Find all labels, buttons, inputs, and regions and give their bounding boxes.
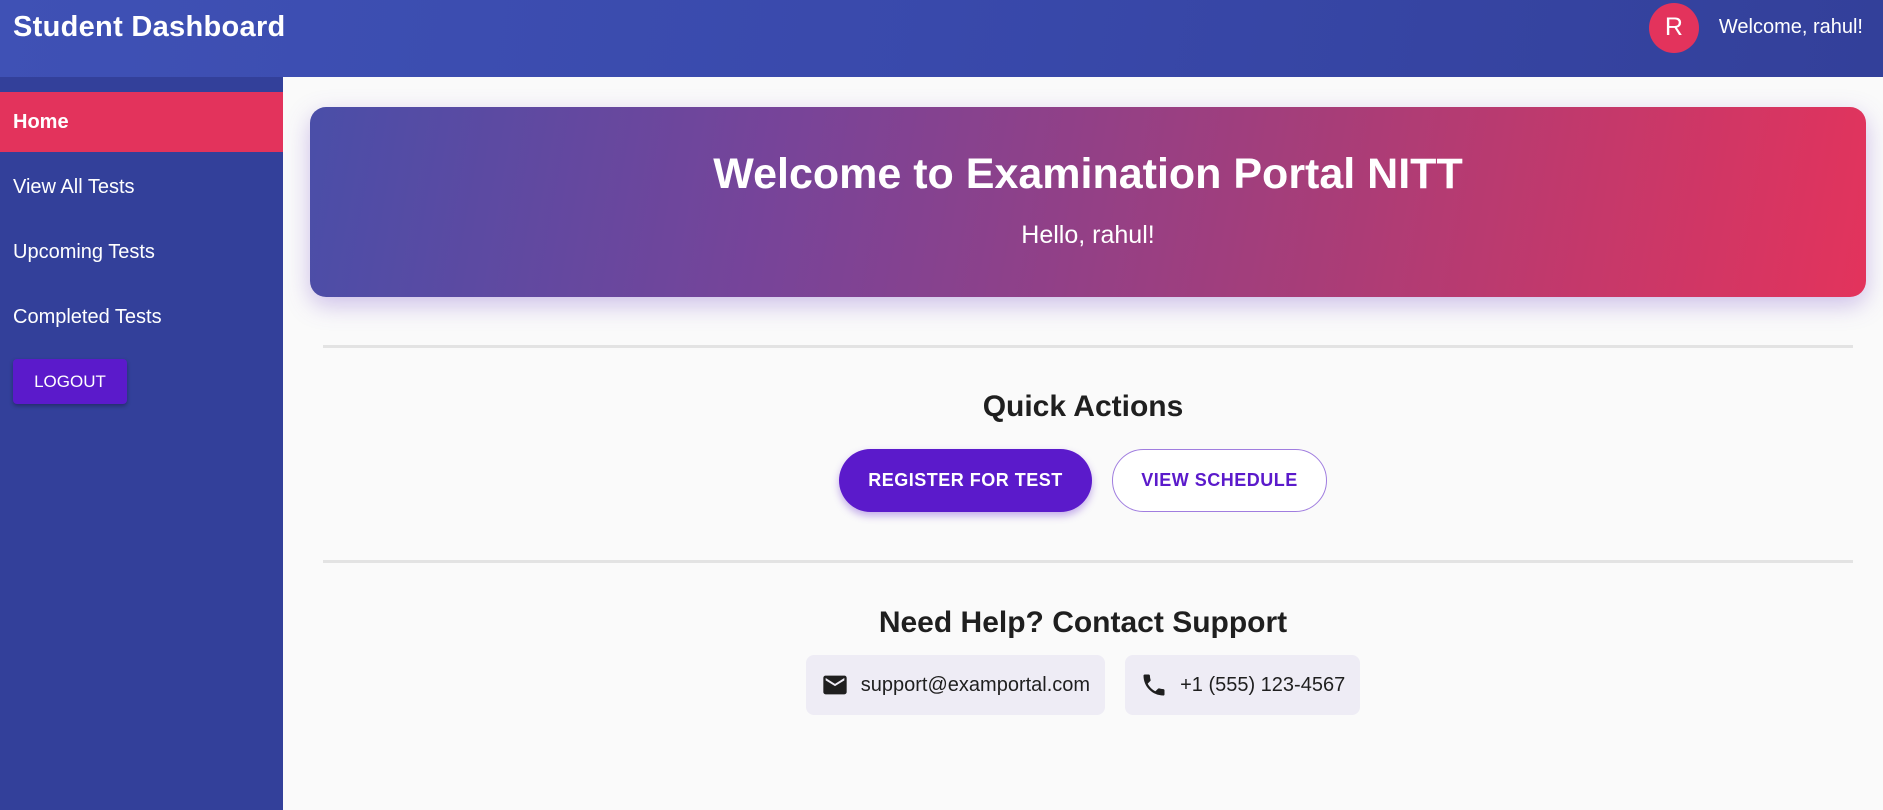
view-schedule-button[interactable]: VIEW SCHEDULE: [1112, 449, 1327, 512]
quick-actions-title: Quick Actions: [982, 390, 1184, 423]
banner-greeting: Hello, rahul!: [1021, 221, 1155, 249]
register-for-test-button[interactable]: REGISTER FOR TEST: [839, 449, 1092, 512]
sidebar: Home View All Tests Upcoming Tests Compl…: [0, 77, 283, 810]
sidebar-item-completed-tests[interactable]: Completed Tests: [0, 287, 283, 347]
support-email-text: support@examportal.com: [860, 673, 1091, 696]
welcome-text: Welcome, rahul!: [1718, 16, 1863, 38]
divider: [323, 560, 1853, 563]
support-phone-text: +1 (555) 123-4567: [1180, 673, 1346, 696]
main-content: Welcome to Examination Portal NITT Hello…: [283, 77, 1883, 810]
top-app-bar: Student Dashboard R Welcome, rahul!: [0, 0, 1883, 77]
app-title: Student Dashboard: [13, 11, 286, 43]
logout-button[interactable]: LOGOUT: [13, 359, 127, 404]
divider: [323, 345, 1853, 348]
avatar[interactable]: R: [1648, 2, 1699, 53]
support-email[interactable]: support@examportal.com: [805, 655, 1106, 715]
user-area: R Welcome, rahul!: [1648, 2, 1863, 53]
sidebar-item-home[interactable]: Home: [0, 92, 283, 152]
welcome-banner: Welcome to Examination Portal NITT Hello…: [310, 107, 1866, 297]
banner-heading: Welcome to Examination Portal NITT: [713, 150, 1463, 198]
quick-actions: REGISTER FOR TEST VIEW SCHEDULE: [283, 449, 1883, 512]
support-phone[interactable]: +1 (555) 123-4567: [1125, 655, 1361, 715]
mail-icon: [821, 671, 849, 699]
support-title: Need Help? Contact Support: [878, 606, 1288, 639]
support-contacts: support@examportal.com +1 (555) 123-4567: [283, 655, 1883, 715]
sidebar-item-upcoming-tests[interactable]: Upcoming Tests: [0, 222, 283, 282]
phone-icon: [1140, 671, 1168, 699]
sidebar-item-view-all-tests[interactable]: View All Tests: [0, 157, 283, 217]
